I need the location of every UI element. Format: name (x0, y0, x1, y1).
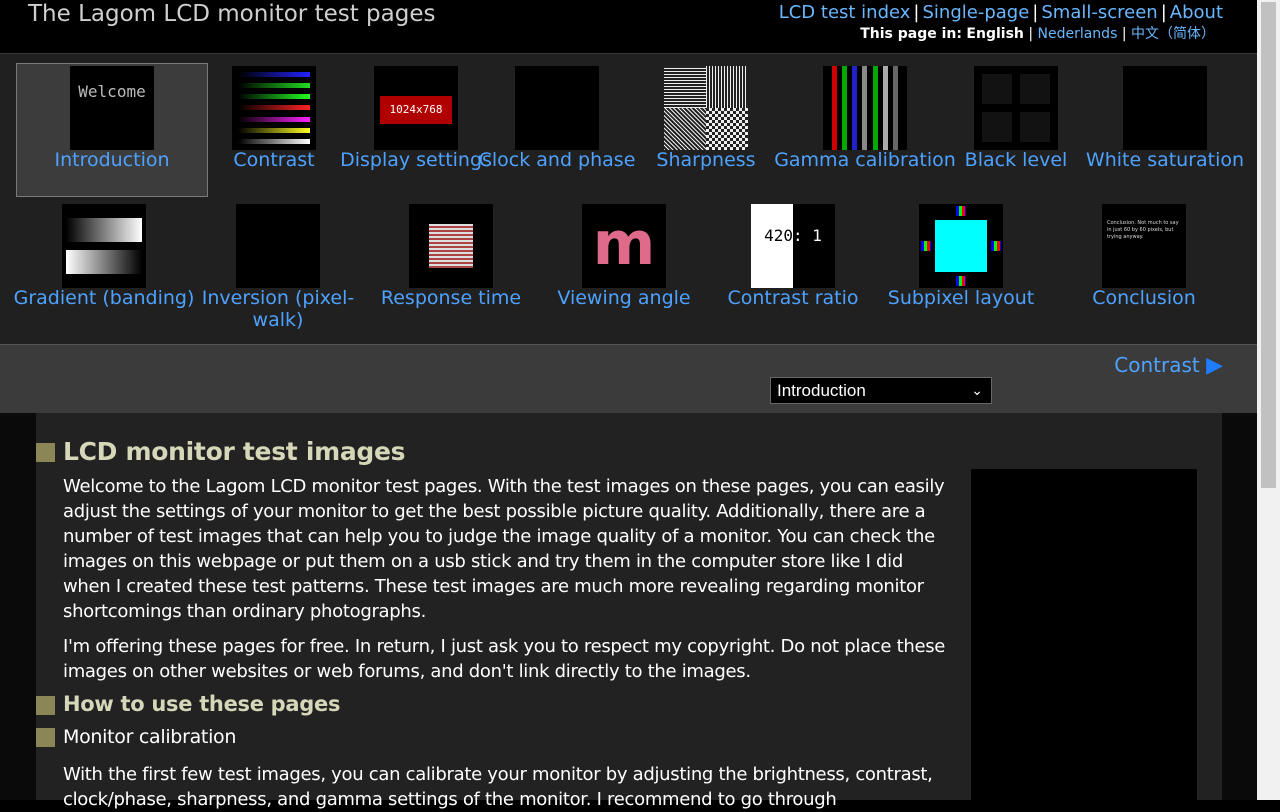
welcome-text: Welcome (70, 82, 154, 101)
contrast-ratio-thumbnail-image: 420: 1 (751, 204, 835, 288)
thumb-conclusion[interactable]: Conclusion. Not much to say in just 60 b… (1049, 204, 1239, 309)
conclusion-thumb-text: Conclusion. Not much to say in just 60 b… (1107, 220, 1181, 241)
main-content: LCD monitor test images Welcome to the L… (36, 413, 1222, 800)
thumb-label: Response time (356, 287, 546, 309)
thumb-inversion-pixel-walk[interactable]: Inversion (pixel-walk) (183, 204, 373, 331)
next-arrow-icon: ▶ (1206, 353, 1223, 378)
site-header: The Lagom LCD monitor test pages LCD tes… (0, 0, 1257, 54)
next-page-link[interactable]: Contrast ▶ (1114, 353, 1223, 378)
page-heading: LCD monitor test images (63, 437, 405, 466)
lang-separator: | (1024, 26, 1038, 42)
thumb-label: Contrast ratio (698, 287, 888, 309)
sharpness-thumbnail-image (664, 66, 748, 150)
black-level-thumbnail-image (974, 66, 1058, 150)
lang-separator: | (1117, 26, 1131, 42)
ratio-value: 420 (764, 226, 793, 245)
subsection-heading-monitor-calibration: Monitor calibration (63, 726, 236, 748)
inversion-thumbnail-image (236, 204, 320, 288)
color-bars (238, 72, 310, 144)
gamma-bars (823, 66, 907, 150)
nav-separator: | (1158, 2, 1170, 23)
viewing-angle-thumbnail-image: m (582, 204, 666, 288)
nav-link-about[interactable]: About (1170, 2, 1223, 23)
heading-marker (36, 728, 55, 747)
vertical-scrollbar[interactable] (1257, 0, 1280, 800)
page-select-dropdown[interactable]: Introduction ⌄ (770, 377, 992, 404)
thumb-label: Inversion (pixel-walk) (183, 287, 373, 331)
site-title: The Lagom LCD monitor test pages (28, 0, 436, 28)
contrast-ratio-text: 420: 1 (751, 226, 835, 245)
copyright-paragraph: I'm offering these pages for free. In re… (63, 634, 953, 684)
nav-link-lcd-test-index[interactable]: LCD test index (779, 2, 911, 23)
viewing-angle-glyph: m (582, 212, 666, 276)
sidebar-ad-box (971, 469, 1197, 800)
language-current: English (966, 26, 1023, 42)
calibration-paragraph: With the first few test images, you can … (63, 762, 953, 812)
language-switcher: This page in: English | Nederlands | 中文（… (860, 24, 1215, 44)
content-wrapper: LCD monitor test images Welcome to the L… (0, 413, 1257, 800)
intro-paragraph: Welcome to the Lagom LCD monitor test pa… (63, 474, 953, 624)
scrollbar-thumb[interactable] (1261, 2, 1276, 488)
thumb-viewing-angle[interactable]: m Viewing angle (529, 204, 719, 309)
contrast-thumbnail-image (232, 66, 316, 150)
nav-separator: | (910, 2, 922, 23)
subpixel-thumbnail-image (919, 204, 1003, 288)
language-link-chinese[interactable]: 中文（简体） (1131, 26, 1215, 42)
gamma-thumbnail-image (823, 66, 907, 150)
heading-marker (36, 696, 55, 715)
nav-separator: | (1029, 2, 1041, 23)
next-page-label: Contrast (1114, 353, 1199, 377)
thumb-gradient-banding[interactable]: Gradient (banding) (9, 204, 199, 309)
ratio-suffix: : 1 (793, 226, 822, 245)
language-link-dutch[interactable]: Nederlands (1038, 26, 1118, 42)
thumb-label: Conclusion (1049, 287, 1239, 309)
thumb-label: Subpixel layout (866, 287, 1056, 309)
thumb-white-saturation[interactable]: White saturation (1070, 66, 1260, 171)
resolution-box: 1024x768 (380, 96, 452, 124)
nav-link-single-page[interactable]: Single-page (923, 2, 1030, 23)
display-settings-thumbnail-image: 1024x768 (374, 66, 458, 150)
page-select-value: Introduction (777, 381, 866, 400)
language-label: This page in: (860, 26, 962, 42)
conclusion-thumbnail-image: Conclusion. Not much to say in just 60 b… (1102, 204, 1186, 288)
introduction-thumbnail-image: Welcome (70, 66, 154, 150)
page-navigation-bar: Contrast ▶ Introduction ⌄ (0, 344, 1257, 414)
clock-phase-thumbnail-image (515, 66, 599, 150)
thumb-contrast-ratio[interactable]: 420: 1 Contrast ratio (698, 204, 888, 309)
chevron-down-icon: ⌄ (971, 378, 983, 403)
thumb-label: Viewing angle (529, 287, 719, 309)
gradient-thumbnail-image (62, 204, 146, 288)
thumb-label: Gradient (banding) (9, 287, 199, 309)
thumb-subpixel-layout[interactable]: Subpixel layout (866, 204, 1056, 309)
white-saturation-thumbnail-image (1123, 66, 1207, 150)
test-page-thumbnail-nav: Welcome Introduction Contrast 1024x768 D… (0, 54, 1257, 344)
top-nav: LCD test index|Single-page|Small-screen|… (779, 2, 1223, 24)
response-time-thumbnail-image (409, 204, 493, 288)
thumb-response-time[interactable]: Response time (356, 204, 546, 309)
nav-link-small-screen[interactable]: Small-screen (1041, 2, 1157, 23)
thumb-label: White saturation (1070, 149, 1260, 171)
heading-marker (36, 443, 55, 462)
section-heading-how-to-use: How to use these pages (63, 692, 340, 716)
